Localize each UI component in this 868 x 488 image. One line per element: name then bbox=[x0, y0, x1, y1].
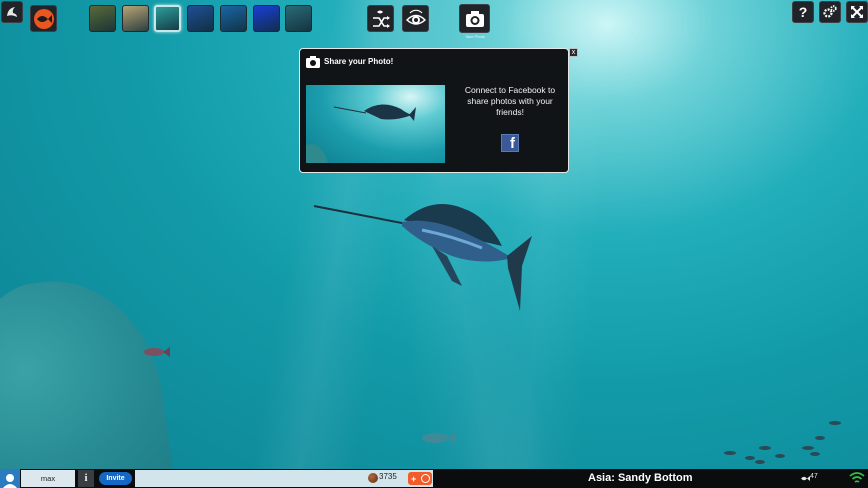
fullscreen-button[interactable] bbox=[846, 1, 868, 23]
scene-reef[interactable] bbox=[285, 5, 313, 32]
take-photo-label: Take Photo bbox=[464, 34, 485, 39]
fish-count-icon bbox=[801, 476, 810, 481]
user-icon bbox=[3, 474, 17, 488]
sailfish bbox=[313, 204, 532, 311]
menu-icon bbox=[7, 7, 17, 17]
scene-kelp[interactable] bbox=[219, 5, 247, 32]
eye-view-icon bbox=[405, 9, 426, 25]
buy-coins-button[interactable]: + bbox=[408, 472, 432, 485]
distant-fish bbox=[422, 432, 456, 444]
photo-preview bbox=[306, 85, 445, 163]
invite-button[interactable]: Invite bbox=[99, 472, 132, 485]
take-photo-button[interactable] bbox=[459, 4, 490, 33]
shuffle-icon bbox=[372, 10, 390, 28]
view-mode-button[interactable] bbox=[402, 5, 429, 32]
scene-open-blue[interactable] bbox=[252, 5, 280, 32]
info-icon: i bbox=[84, 473, 88, 484]
fullscreen-icon bbox=[851, 6, 863, 18]
facebook-icon: f bbox=[510, 135, 515, 152]
username: max bbox=[21, 470, 75, 487]
coin-balance: 3735 bbox=[379, 472, 397, 481]
shuffle-fish-button[interactable] bbox=[367, 5, 394, 32]
bottom-bar: max i Invite 3735 + Asia: Sandy Bottom 4… bbox=[0, 469, 868, 488]
user-avatar[interactable] bbox=[0, 469, 20, 488]
fish-species-icon bbox=[33, 8, 54, 29]
facebook-message: Connect to Facebook to share photos with… bbox=[464, 85, 556, 117]
coin-icon bbox=[368, 473, 378, 483]
dialog-title: Share your Photo! bbox=[324, 57, 394, 66]
scene-sandy-shallows[interactable] bbox=[121, 5, 149, 32]
camera-icon bbox=[306, 56, 320, 68]
settings-icon bbox=[823, 5, 837, 18]
menu-button[interactable] bbox=[1, 1, 23, 23]
coral-rock bbox=[0, 267, 174, 488]
fish-species-button[interactable] bbox=[30, 5, 57, 32]
dialog-close-button[interactable]: x bbox=[569, 48, 578, 57]
sailfish-thumbnail bbox=[306, 104, 416, 163]
scene-sunlight[interactable] bbox=[89, 5, 116, 32]
fish-school bbox=[724, 421, 841, 464]
settings-button[interactable] bbox=[819, 1, 841, 23]
share-photo-dialog: Share your Photo! Connect to Facebook to… bbox=[299, 48, 569, 173]
scene-deep-blue[interactable] bbox=[187, 5, 215, 32]
scene-sandy-bottom[interactable] bbox=[154, 5, 182, 32]
help-icon: ? bbox=[798, 4, 808, 20]
connection-icon bbox=[849, 472, 865, 483]
facebook-connect-button[interactable]: f bbox=[501, 134, 519, 152]
small-fish bbox=[144, 347, 170, 357]
camera-icon bbox=[465, 10, 484, 27]
fish-count: 47 bbox=[810, 473, 818, 480]
close-icon: x bbox=[571, 49, 576, 56]
coin-outline-icon bbox=[421, 474, 430, 483]
current-location: Asia: Sandy Bottom bbox=[588, 472, 693, 484]
plus-icon: + bbox=[411, 473, 417, 484]
info-button[interactable]: i bbox=[78, 470, 94, 487]
help-button[interactable]: ? bbox=[792, 1, 814, 23]
